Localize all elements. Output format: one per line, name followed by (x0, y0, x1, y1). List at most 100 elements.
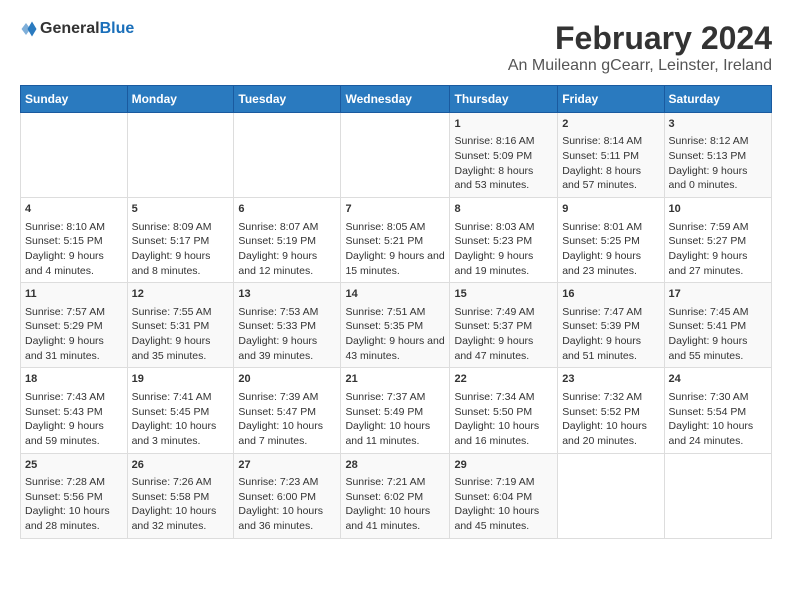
calendar-cell: 7Sunrise: 8:05 AMSunset: 5:21 PMDaylight… (341, 198, 450, 283)
day-info: Daylight: 9 hours and 8 minutes. (132, 249, 230, 278)
day-number: 24 (669, 372, 767, 387)
calendar-cell: 23Sunrise: 7:32 AMSunset: 5:52 PMDayligh… (558, 368, 664, 453)
calendar-cell (664, 453, 771, 538)
day-info: Daylight: 9 hours and 39 minutes. (238, 334, 336, 363)
calendar-week-row: 18Sunrise: 7:43 AMSunset: 5:43 PMDayligh… (21, 368, 772, 453)
day-info: Sunrise: 7:55 AM (132, 305, 230, 320)
day-info: Sunset: 5:23 PM (454, 234, 553, 249)
day-info: Sunrise: 8:01 AM (562, 220, 659, 235)
day-info: Sunset: 5:33 PM (238, 319, 336, 334)
day-number: 12 (132, 287, 230, 302)
day-info: Sunrise: 7:21 AM (345, 475, 445, 490)
day-info: Daylight: 9 hours and 35 minutes. (132, 334, 230, 363)
day-info: Sunrise: 8:14 AM (562, 134, 659, 149)
day-info: Sunset: 5:31 PM (132, 319, 230, 334)
day-info: Daylight: 9 hours and 12 minutes. (238, 249, 336, 278)
day-info: Daylight: 10 hours and 20 minutes. (562, 419, 659, 448)
day-info: Sunset: 5:21 PM (345, 234, 445, 249)
day-info: Daylight: 9 hours and 59 minutes. (25, 419, 123, 448)
day-number: 22 (454, 372, 553, 387)
day-info: Sunset: 5:37 PM (454, 319, 553, 334)
calendar-cell: 12 Sunrise: 7:55 AMSunset: 5:31 PMDayligh… (127, 283, 234, 368)
page-title: February 2024 (508, 20, 772, 57)
day-info: Sunset: 5:09 PM (454, 149, 553, 164)
day-info: Daylight: 9 hours and 4 minutes. (25, 249, 123, 278)
day-info: Sunrise: 7:39 AM (238, 390, 336, 405)
day-number: 15 (454, 287, 553, 302)
day-number: 18 (25, 372, 123, 387)
day-info: Daylight: 10 hours and 3 minutes. (132, 419, 230, 448)
calendar-cell: 17Sunrise: 7:45 AMSunset: 5:41 PMDayligh… (664, 283, 771, 368)
day-info: Daylight: 10 hours and 32 minutes. (132, 504, 230, 533)
calendar-cell: 14Sunrise: 7:51 AMSunset: 5:35 PMDayligh… (341, 283, 450, 368)
day-info: Daylight: 8 hours and 53 minutes. (454, 164, 553, 193)
day-number: 7 (345, 202, 445, 217)
calendar-cell: 22Sunrise: 7:34 AMSunset: 5:50 PMDayligh… (450, 368, 558, 453)
day-info: Daylight: 10 hours and 11 minutes. (345, 419, 445, 448)
day-info: Sunrise: 7:51 AM (345, 305, 445, 320)
calendar-cell: 8Sunrise: 8:03 AMSunset: 5:23 PMDaylight… (450, 198, 558, 283)
day-info: Sunrise: 7:49 AM (454, 305, 553, 320)
day-info: Daylight: 10 hours and 28 minutes. (25, 504, 123, 533)
day-info: Sunset: 5:39 PM (562, 319, 659, 334)
calendar-cell: 1Sunrise: 8:16 AMSunset: 5:09 PMDaylight… (450, 113, 558, 198)
day-info: Sunset: 5:41 PM (669, 319, 767, 334)
day-info: Sunrise: 7:45 AM (669, 305, 767, 320)
day-info: Daylight: 9 hours and 0 minutes. (669, 164, 767, 193)
calendar-cell: 6 Sunrise: 8:07 AMSunset: 5:19 PMDaylight… (234, 198, 341, 283)
day-info: Sunrise: 8:10 AM (25, 220, 123, 235)
day-info: Sunset: 5:56 PM (25, 490, 123, 505)
calendar-cell: 18 Sunrise: 7:43 AMSunset: 5:43 PMDayligh… (21, 368, 128, 453)
day-info: Daylight: 9 hours and 27 minutes. (669, 249, 767, 278)
day-info: Sunset: 5:27 PM (669, 234, 767, 249)
calendar-week-row: 4Sunrise: 8:10 AMSunset: 5:15 PMDaylight… (21, 198, 772, 283)
day-info: Daylight: 9 hours and 47 minutes. (454, 334, 553, 363)
day-info: Sunset: 5:13 PM (669, 149, 767, 164)
header: GeneralBlue February 2024 An Muileann gC… (20, 20, 772, 75)
day-info: Sunset: 5:29 PM (25, 319, 123, 334)
calendar-cell: 20Sunrise: 7:39 AMSunset: 5:47 PMDayligh… (234, 368, 341, 453)
calendar-cell: 28Sunrise: 7:21 AMSunset: 6:02 PMDayligh… (341, 453, 450, 538)
calendar-cell: 4Sunrise: 8:10 AMSunset: 5:15 PMDaylight… (21, 198, 128, 283)
calendar-cell: 24Sunrise: 7:30 AMSunset: 5:54 PMDayligh… (664, 368, 771, 453)
day-info: Sunrise: 7:53 AM (238, 305, 336, 320)
day-info: Sunset: 5:45 PM (132, 405, 230, 420)
calendar-day-header: Friday (558, 86, 664, 113)
day-info: Daylight: 10 hours and 41 minutes. (345, 504, 445, 533)
day-info: Daylight: 9 hours and 15 minutes. (345, 249, 445, 278)
day-info: Sunrise: 8:07 AM (238, 220, 336, 235)
calendar-cell: 10Sunrise: 7:59 AMSunset: 5:27 PMDayligh… (664, 198, 771, 283)
day-number: 11 (25, 287, 123, 302)
day-number: 10 (669, 202, 767, 217)
day-number: 17 (669, 287, 767, 302)
day-info: Sunset: 5:19 PM (238, 234, 336, 249)
day-info: Daylight: 9 hours and 23 minutes. (562, 249, 659, 278)
calendar-cell: 11Sunrise: 7:57 AMSunset: 5:29 PMDayligh… (21, 283, 128, 368)
day-number: 13 (238, 287, 336, 302)
day-number: 8 (454, 202, 553, 217)
calendar-cell: 15 Sunrise: 7:49 AMSunset: 5:37 PMDayligh… (450, 283, 558, 368)
day-info: Sunrise: 7:26 AM (132, 475, 230, 490)
day-info: Sunset: 5:25 PM (562, 234, 659, 249)
calendar-cell: 2Sunrise: 8:14 AMSunset: 5:11 PMDaylight… (558, 113, 664, 198)
day-info: Sunset: 5:49 PM (345, 405, 445, 420)
calendar-cell: 9 Sunrise: 8:01 AMSunset: 5:25 PMDaylight… (558, 198, 664, 283)
day-info: Sunrise: 7:19 AM (454, 475, 553, 490)
calendar-cell: 3Sunrise: 8:12 AMSunset: 5:13 PMDaylight… (664, 113, 771, 198)
day-info: Sunrise: 8:03 AM (454, 220, 553, 235)
day-number: 6 (238, 202, 336, 217)
day-number: 14 (345, 287, 445, 302)
day-number: 9 (562, 202, 659, 217)
day-number: 23 (562, 372, 659, 387)
day-info: Sunrise: 7:43 AM (25, 390, 123, 405)
day-number: 29 (454, 458, 553, 473)
logo-blue-text: Blue (100, 20, 135, 38)
day-info: Sunrise: 7:47 AM (562, 305, 659, 320)
day-info: Sunrise: 8:12 AM (669, 134, 767, 149)
day-info: Sunset: 5:17 PM (132, 234, 230, 249)
day-info: Sunset: 5:43 PM (25, 405, 123, 420)
calendar-cell: 5Sunrise: 8:09 AMSunset: 5:17 PMDaylight… (127, 198, 234, 283)
day-info: Sunrise: 8:16 AM (454, 134, 553, 149)
calendar-cell: 27Sunrise: 7:23 AMSunset: 6:00 PMDayligh… (234, 453, 341, 538)
day-info: Sunset: 5:52 PM (562, 405, 659, 420)
